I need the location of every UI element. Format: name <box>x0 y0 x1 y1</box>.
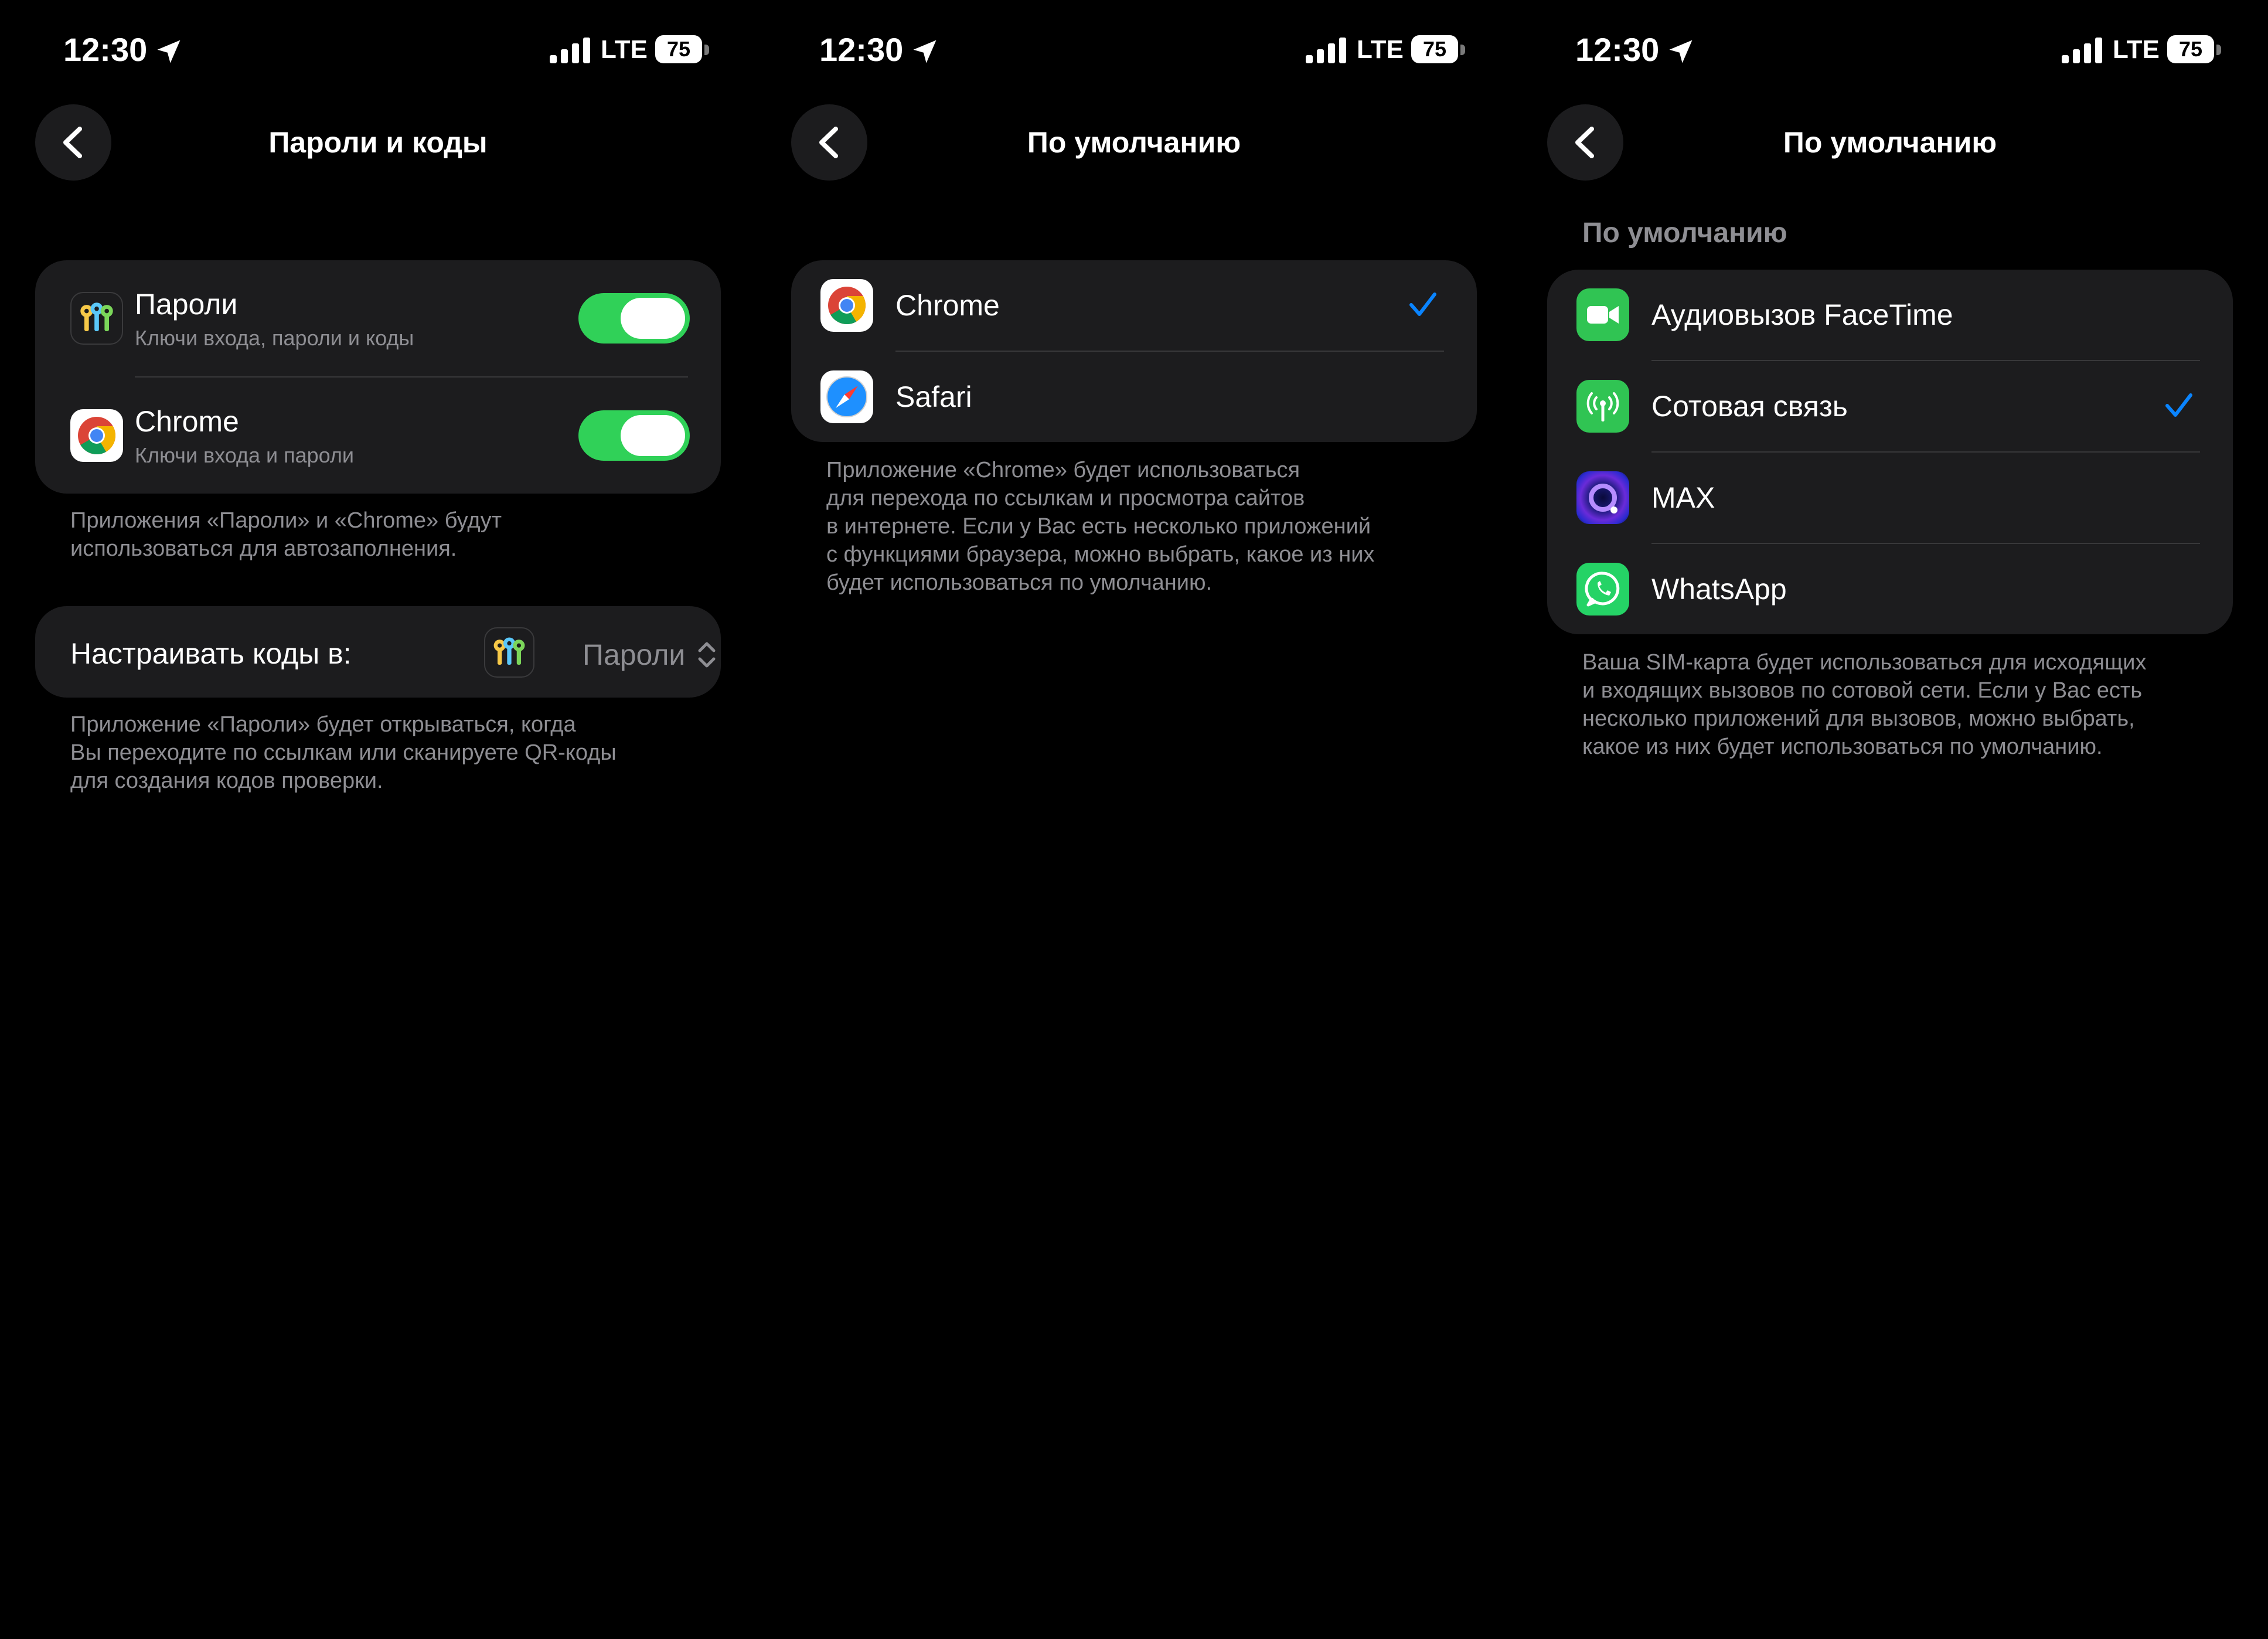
status-time: 12:30 <box>63 31 148 68</box>
option-row-safari[interactable]: Safari <box>791 352 1477 442</box>
checkmark-icon <box>1409 293 1436 316</box>
codes-setting-value: Пароли <box>583 638 686 671</box>
chrome-autofill-toggle[interactable] <box>578 410 690 461</box>
facetime-video-icon <box>1576 288 1629 341</box>
browser-options-card: Chrome Safari <box>791 260 1477 442</box>
option-label: Chrome <box>895 289 1000 322</box>
location-arrow-icon <box>913 40 937 63</box>
chevron-up-down-icon <box>698 642 716 668</box>
browser-footnote: Приложение «Chrome» будет использоваться… <box>826 458 1375 595</box>
network-type: LTE <box>2113 35 2160 64</box>
default-calls-screen: 12:30 LTE 75 По умолчанию По умолчанию А… <box>1512 0 2268 1639</box>
option-label: WhatsApp <box>1651 573 1787 606</box>
option-label: Аудиовызов FaceTime <box>1651 298 1953 331</box>
section-header: По умолчанию <box>1582 217 1787 249</box>
location-arrow-icon <box>157 40 181 63</box>
status-time: 12:30 <box>819 31 904 68</box>
option-row-max[interactable]: MAX <box>1547 453 2233 543</box>
option-label: Safari <box>895 380 972 413</box>
calls-footnote: Ваша SIM-карта будет использоваться для … <box>1582 650 2147 759</box>
screenshots-row: 12:30 LTE 75 Пароли и коды Пароли Ключи … <box>0 0 2268 1639</box>
checkmark-icon <box>2165 393 2192 417</box>
autofill-apps-card: Пароли Ключи входа, пароли и коды Chrome <box>35 260 721 494</box>
antenna-icon <box>1576 380 1629 433</box>
battery-icon: 75 <box>1411 35 1465 64</box>
cellular-signal-icon <box>2062 38 2102 63</box>
page-title: Пароли и коды <box>268 126 488 159</box>
battery-level: 75 <box>655 35 702 63</box>
network-type: LTE <box>601 35 648 64</box>
passwords-icon <box>484 627 534 678</box>
autofill-app-title: Пароли <box>135 288 238 321</box>
codes-app-picker[interactable]: Настраивать коды в: Пароли <box>35 606 721 698</box>
battery-icon: 75 <box>2167 35 2221 64</box>
default-browser-screen: 12:30 LTE 75 По умолчанию Chrome Safari … <box>756 0 1512 1639</box>
network-type: LTE <box>1357 35 1404 64</box>
codes-footnote: Приложение «Пароли» будет открываться, к… <box>70 712 617 793</box>
option-row-facetime[interactable]: Аудиовызов FaceTime <box>1547 270 2233 360</box>
codes-setting-label: Настраивать коды в: <box>70 637 352 670</box>
status-bar: 12:30 LTE 75 <box>0 0 756 106</box>
status-time: 12:30 <box>1575 31 1660 68</box>
battery-icon: 75 <box>655 35 709 64</box>
chrome-icon <box>820 279 873 332</box>
option-row-chrome[interactable]: Chrome <box>791 260 1477 351</box>
autofill-app-subtitle: Ключи входа и пароли <box>135 443 355 467</box>
chrome-icon <box>70 409 123 462</box>
location-arrow-icon <box>1669 40 1693 63</box>
status-bar: 12:30 LTE 75 <box>756 0 1512 106</box>
cellular-signal-icon <box>1306 38 1346 63</box>
passwords-settings-screen: 12:30 LTE 75 Пароли и коды Пароли Ключи … <box>0 0 756 1639</box>
autofill-footnote: Приложения «Пароли» и «Chrome» будут исп… <box>70 508 502 561</box>
option-label: Сотовая связь <box>1651 390 1848 423</box>
safari-icon <box>820 370 873 423</box>
max-app-icon <box>1576 471 1629 524</box>
page-title: По умолчанию <box>1027 126 1241 159</box>
cellular-signal-icon <box>550 38 590 63</box>
whatsapp-icon <box>1576 563 1629 616</box>
autofill-row-passwords: Пароли Ключи входа, пароли и коды <box>35 260 721 376</box>
autofill-app-title: Chrome <box>135 405 239 438</box>
autofill-app-subtitle: Ключи входа, пароли и коды <box>135 326 414 350</box>
passwords-icon <box>70 292 123 345</box>
autofill-row-chrome: Chrome Ключи входа и пароли <box>35 378 721 494</box>
battery-level: 75 <box>2167 35 2214 63</box>
battery-level: 75 <box>1411 35 1458 63</box>
call-options-card: Аудиовызов FaceTime Сотовая связь MAX Wh… <box>1547 270 2233 634</box>
page-title: По умолчанию <box>1783 126 1997 159</box>
option-row-whatsapp[interactable]: WhatsApp <box>1547 544 2233 634</box>
passwords-autofill-toggle[interactable] <box>578 293 690 344</box>
status-bar: 12:30 LTE 75 <box>1512 0 2268 106</box>
option-label: MAX <box>1651 481 1715 514</box>
option-row-cellular[interactable]: Сотовая связь <box>1547 361 2233 451</box>
